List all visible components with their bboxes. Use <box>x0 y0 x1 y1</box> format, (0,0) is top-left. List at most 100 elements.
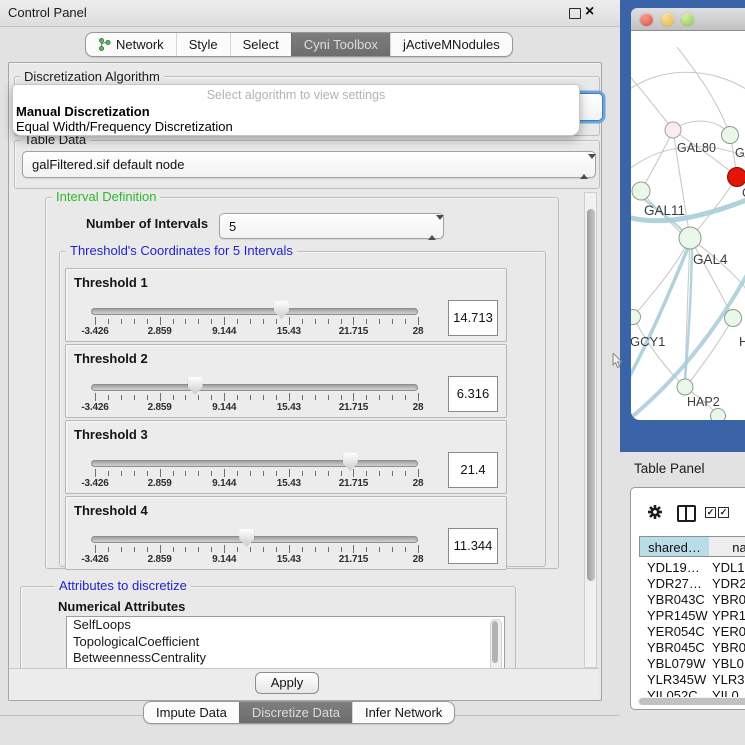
list-item[interactable]: TopologicalCoefficient <box>67 634 504 651</box>
cell-name: YBL0 <box>712 656 744 671</box>
table-row[interactable]: YDL19…YDL1 <box>639 560 745 576</box>
minor-tick <box>328 395 329 400</box>
minor-tick <box>108 547 109 552</box>
mac-close-button[interactable] <box>640 13 653 26</box>
checkbox-icon[interactable]: ✓ <box>718 507 729 518</box>
table-row[interactable]: YBR045CYBR0 <box>639 640 745 656</box>
node-top-right[interactable] <box>722 127 739 144</box>
dropdown-item-manual-discretization[interactable]: Manual Discretization <box>16 104 150 119</box>
threshold-value-field[interactable]: 11.344 <box>448 528 498 564</box>
node-label: GCY1 <box>631 334 665 349</box>
minor-tick <box>392 395 393 400</box>
minor-tick <box>405 395 406 400</box>
number-of-intervals-spinner[interactable]: 5 <box>219 213 444 239</box>
bottom-tab-infer-network[interactable]: Infer Network <box>352 702 454 723</box>
list-item[interactable]: SelfLoops <box>67 617 504 634</box>
major-tick <box>160 393 161 401</box>
table-row[interactable]: YDR27…YDR2 <box>639 576 745 592</box>
spinner-arrows-icon[interactable] <box>428 220 436 232</box>
table-row[interactable]: YBR043CYBR0 <box>639 592 745 608</box>
tick-label: 9.144 <box>212 402 236 413</box>
tab-label: Cyni Toolbox <box>304 34 378 56</box>
tab-style[interactable]: Style <box>176 33 230 56</box>
tab-jactivemnodules[interactable]: jActiveMNodules <box>390 33 512 56</box>
minor-tick <box>392 319 393 324</box>
table-row[interactable]: YPR145W YPR1 <box>639 608 745 624</box>
major-tick <box>95 469 96 477</box>
node-red-selected[interactable] <box>728 168 745 187</box>
cell-shared-name: YPR145W <box>647 608 708 623</box>
checkbox-icon[interactable]: ✓ <box>705 507 716 518</box>
table-data-selected-value: galFiltered.sif default node <box>32 157 184 172</box>
minor-tick <box>250 471 251 476</box>
minor-tick <box>134 395 135 400</box>
node-gal80[interactable] <box>665 122 681 138</box>
table-column-header-name[interactable]: na <box>709 536 745 557</box>
close-icon[interactable]: × <box>585 2 594 22</box>
numerical-attributes-list[interactable]: SelfLoopsTopologicalCoefficientBetweenne… <box>66 616 505 668</box>
list-item[interactable]: BetweennessCentrality <box>67 650 504 667</box>
tab-cyni-toolbox[interactable]: Cyni Toolbox <box>291 33 390 56</box>
tick-label: 28 <box>413 554 424 565</box>
minor-tick <box>211 547 212 552</box>
cell-shared-name: YDR27… <box>647 576 702 591</box>
node-gal4[interactable] <box>679 227 701 249</box>
threshold-value-field[interactable]: 6.316 <box>448 376 498 412</box>
major-tick <box>95 317 96 325</box>
gear-icon[interactable] <box>647 504 663 520</box>
table-data-combobox[interactable]: galFiltered.sif default node <box>22 151 596 178</box>
bottom-tab-impute-data[interactable]: Impute Data <box>144 702 239 723</box>
bottom-tab-discretize-data[interactable]: Discretize Data <box>239 702 352 723</box>
minor-tick <box>366 319 367 324</box>
table-row[interactable]: YLR345WYLR3 <box>639 672 745 688</box>
tick-label: -3.426 <box>81 554 108 565</box>
slider-track[interactable] <box>91 536 418 543</box>
spinner-arrows-icon[interactable] <box>580 159 588 171</box>
slider-track[interactable] <box>91 384 418 391</box>
dropdown-item-equal-width[interactable]: Equal Width/Frequency Discretization <box>16 119 233 134</box>
node-gal11[interactable] <box>632 182 650 200</box>
mac-zoom-button[interactable] <box>681 13 694 26</box>
slider-track[interactable] <box>91 308 418 315</box>
tab-network[interactable]: Network <box>86 33 176 56</box>
slider-track[interactable] <box>91 460 418 467</box>
minor-tick <box>108 395 109 400</box>
minor-tick <box>198 547 199 552</box>
minor-tick <box>198 471 199 476</box>
table-horizontal-scrollbar[interactable] <box>637 697 745 705</box>
threshold-value-field[interactable]: 14.713 <box>448 300 498 336</box>
mac-minimize-button[interactable] <box>661 13 674 26</box>
attributes-group-title: Attributes to discretize <box>55 579 191 593</box>
table-row[interactable]: YBL079WYBL0 <box>639 656 745 672</box>
network-edge <box>677 47 730 135</box>
node-hap2[interactable] <box>677 379 693 395</box>
minor-tick <box>250 319 251 324</box>
tab-select[interactable]: Select <box>230 33 291 56</box>
main-vertical-scrollbar[interactable] <box>584 192 597 668</box>
slider-thumb[interactable] <box>343 453 358 471</box>
table-column-header-shared[interactable]: shared… <box>639 536 710 557</box>
node-bottom[interactable] <box>711 409 726 421</box>
thresholds-group-title: Threshold's Coordinates for 5 Intervals <box>66 244 297 258</box>
dropdown-placeholder-item[interactable]: Select algorithm to view settings <box>13 88 579 102</box>
list-scrollbar[interactable] <box>490 619 502 668</box>
network-edge <box>631 73 673 130</box>
threshold-value-field[interactable]: 21.4 <box>448 452 498 488</box>
screen: { "control_panel": { "title": "Control P… <box>0 0 745 745</box>
minor-tick <box>315 471 316 476</box>
slider-thumb[interactable] <box>188 377 203 395</box>
cell-name: YPR1 <box>712 608 745 623</box>
apply-button[interactable]: Apply <box>255 672 319 694</box>
network-canvas[interactable]: GAL80GACGAL11GAL4GCY1HHAP2 <box>631 31 745 420</box>
table-row[interactable]: YER054CYER0 <box>639 624 745 640</box>
node-right[interactable] <box>725 310 742 327</box>
tick-label: 2.859 <box>148 402 172 413</box>
float-window-icon[interactable] <box>569 8 581 19</box>
node-label: HAP2 <box>687 395 720 409</box>
column-layout-icon[interactable] <box>677 505 696 522</box>
cell-shared-name: YBR045C <box>647 640 705 655</box>
slider-thumb[interactable] <box>239 529 254 547</box>
node-gcy1[interactable] <box>631 310 641 325</box>
slider-thumb[interactable] <box>274 301 289 319</box>
major-tick <box>418 393 419 401</box>
